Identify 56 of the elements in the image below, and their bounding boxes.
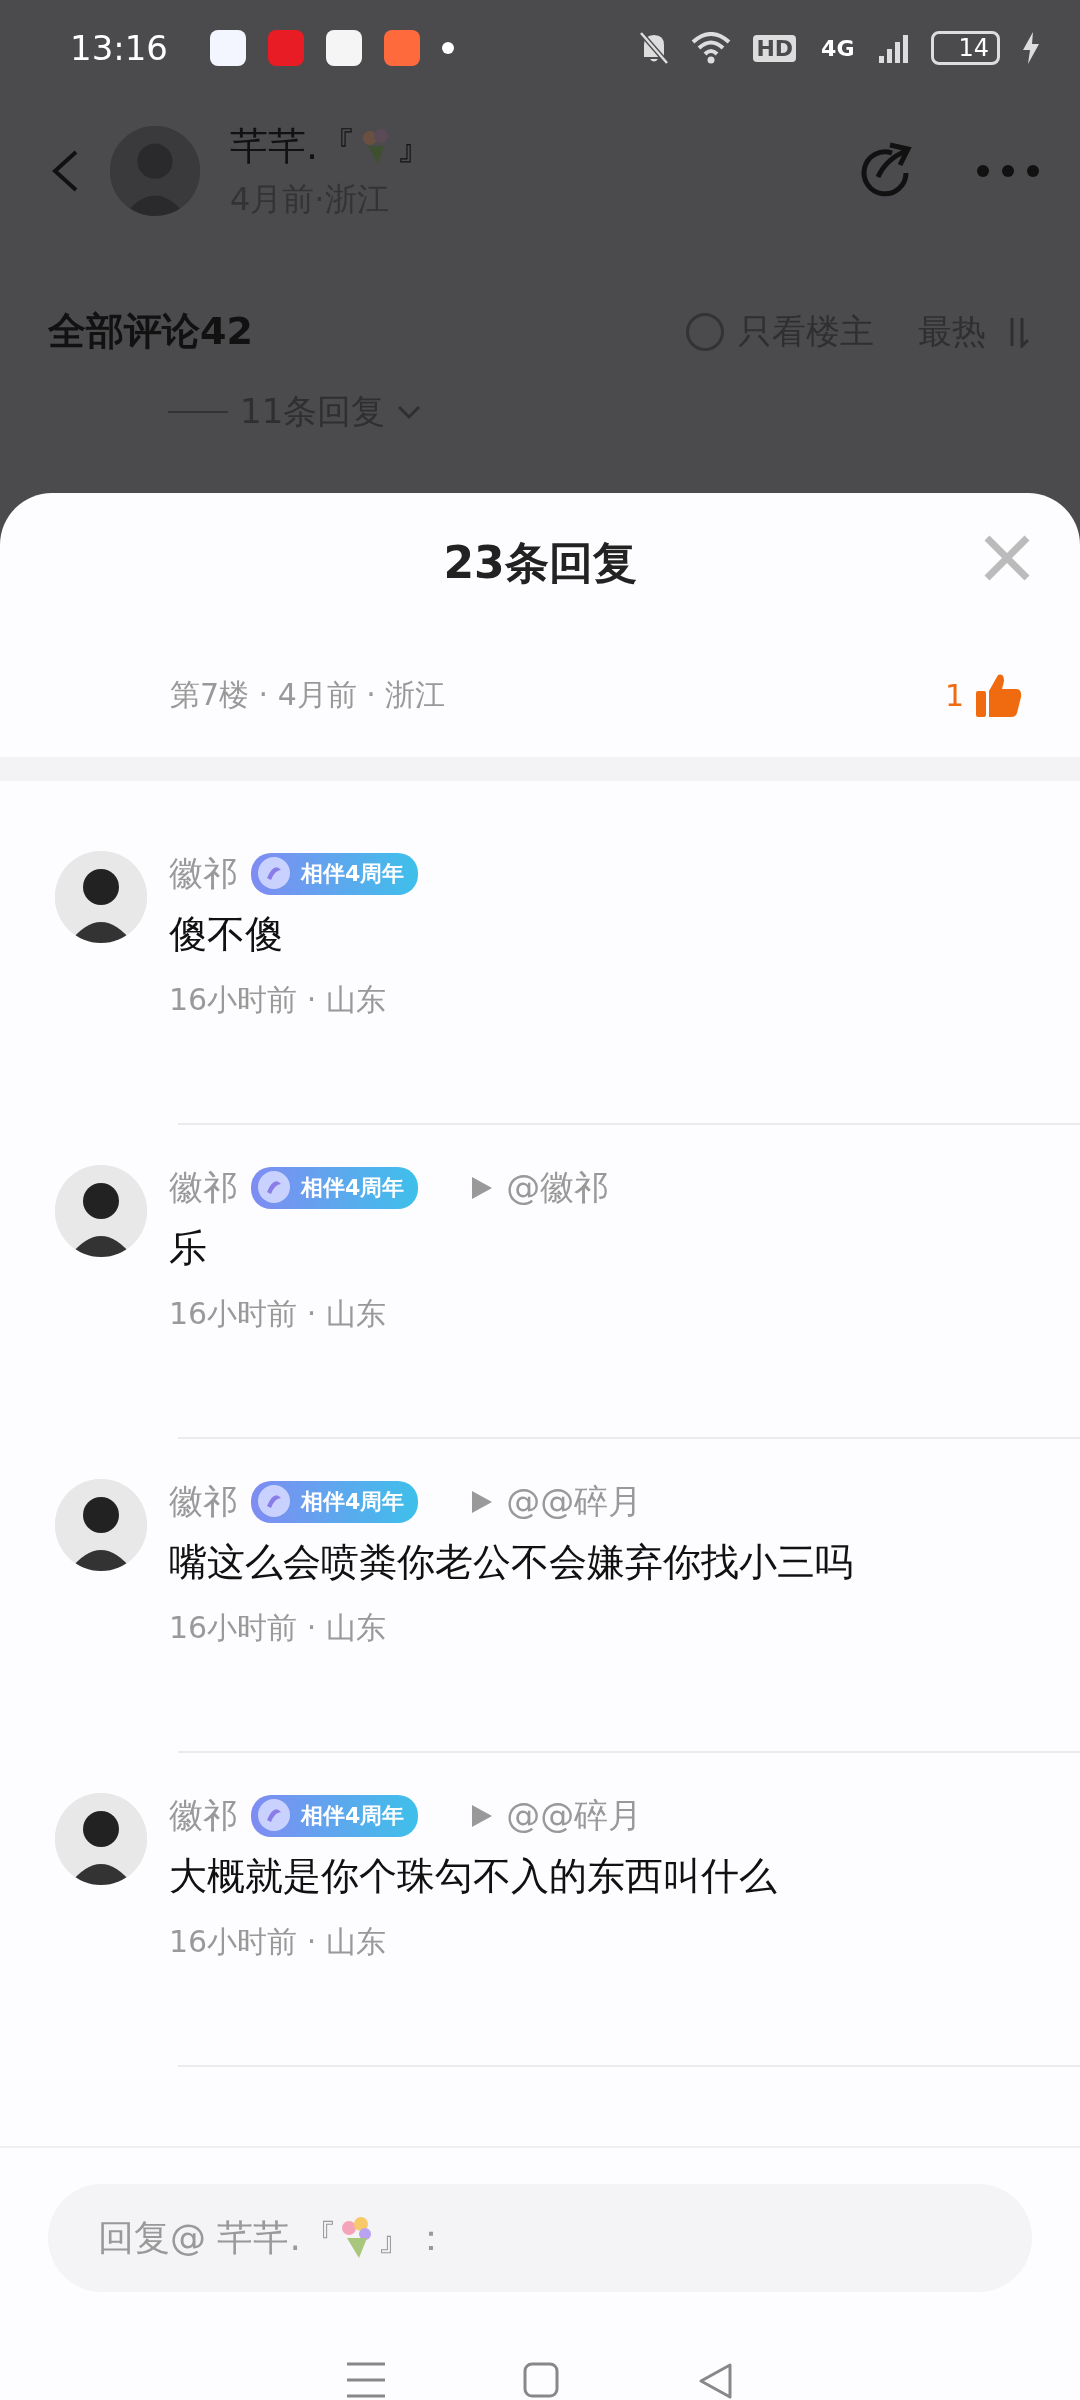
play-arrow-icon — [472, 1177, 493, 1199]
signal-icon — [879, 33, 910, 63]
back-nav-icon[interactable] — [697, 2362, 733, 2400]
reply-meta: 16小时前 · 山东 — [169, 1295, 387, 1333]
battery-indicator: 14 — [931, 31, 1000, 65]
user-name[interactable]: 徽祁 — [169, 851, 237, 897]
only-op-radio[interactable] — [686, 312, 724, 351]
anniversary-badge: 相伴4周年 — [251, 1481, 419, 1523]
app-notification-icon — [384, 30, 420, 66]
sort-icon[interactable] — [1008, 315, 1030, 348]
anniversary-badge: 相伴4周年 — [251, 853, 419, 895]
badge-emblem-icon — [257, 856, 291, 890]
reply-target[interactable]: @徽祁 — [506, 1165, 609, 1211]
home-icon[interactable] — [523, 2362, 559, 2398]
reply-field[interactable]: 回复@ 芊芊.『 』： — [48, 2184, 1032, 2292]
close-button[interactable] — [982, 533, 1032, 583]
user-name[interactable]: 徽祁 — [169, 1479, 237, 1525]
user-name[interactable]: 徽祁 — [169, 1793, 237, 1839]
reply-target[interactable]: @@碎月 — [506, 1479, 643, 1525]
reply-text: 嘴这么会喷粪你老公不会嫌弃你找小三吗 — [169, 1539, 853, 1586]
hd-indicator: HD — [753, 34, 797, 62]
reply-text: 乐 — [169, 1225, 208, 1272]
back-icon[interactable] — [50, 149, 80, 193]
floor-meta: 第7楼 · 4月前 · 浙江 — [170, 675, 447, 714]
author-name: 芊芊.『 — [230, 122, 357, 170]
reply-meta: 16小时前 · 山东 — [169, 981, 387, 1019]
sheet-title: 23条回复 — [443, 535, 637, 590]
more-icon[interactable] — [976, 164, 1040, 178]
badge-emblem-icon — [257, 1798, 291, 1832]
menu-icon[interactable] — [347, 2362, 385, 2398]
like-count: 1 — [944, 677, 964, 713]
author-name-suffix: 』 — [396, 122, 435, 170]
badge-emblem-icon — [257, 1170, 291, 1204]
play-arrow-icon — [472, 1491, 493, 1513]
network-type: 4G — [820, 34, 856, 62]
charging-icon — [1022, 32, 1040, 64]
wifi-icon — [691, 32, 732, 64]
reply-meta: 16小时前 · 山东 — [169, 1609, 387, 1647]
user-name[interactable]: 徽祁 — [169, 1165, 237, 1211]
play-arrow-icon — [472, 1805, 493, 1827]
reply-text: 大概就是你个珠勾不入的东西叫什么 — [169, 1853, 777, 1900]
status-time: 13:16 — [70, 28, 168, 68]
anniversary-badge: 相伴4周年 — [251, 1167, 419, 1209]
reply-target[interactable]: @@碎月 — [506, 1793, 643, 1839]
bell-off-icon — [639, 31, 670, 65]
app-notification-icon — [210, 30, 246, 66]
reply-text: 傻不傻 — [169, 911, 284, 958]
app-notification-icon — [268, 30, 304, 66]
dot-icon — [442, 42, 454, 54]
app-notification-icon — [326, 30, 362, 66]
anniversary-badge: 相伴4周年 — [251, 1795, 419, 1837]
comments-count-title: 全部评论42 — [48, 308, 254, 355]
chevron-down-icon — [397, 404, 422, 420]
reply-meta: 16小时前 · 山东 — [169, 1923, 387, 1961]
thumbs-up-icon[interactable] — [976, 673, 1022, 717]
badge-emblem-icon — [257, 1484, 291, 1518]
